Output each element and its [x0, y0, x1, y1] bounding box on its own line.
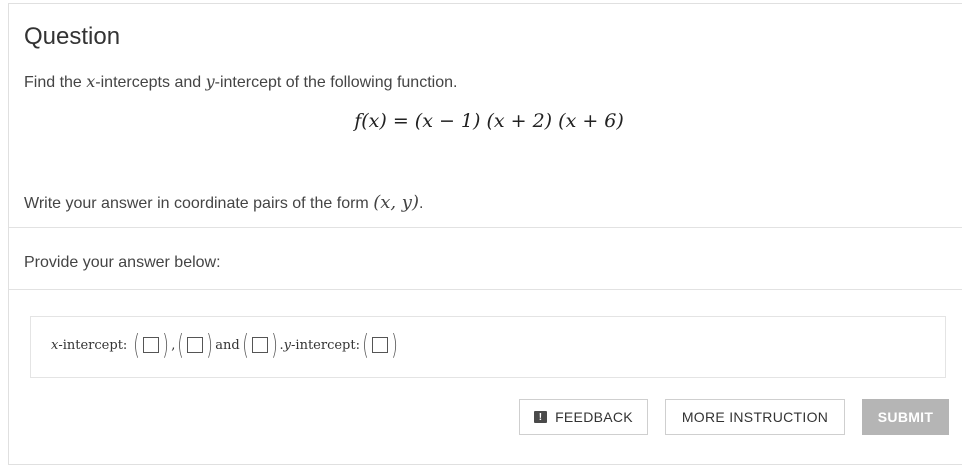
answer-section-label: Provide your answer below:: [24, 254, 221, 271]
close-paren-icon: ): [206, 328, 214, 361]
prompt-mid: -intercepts and: [95, 74, 206, 91]
y-intercept-input[interactable]: [371, 337, 388, 353]
comma-separator: ,: [171, 337, 176, 353]
y-intercept-label: -intercept:: [291, 337, 360, 353]
feedback-button-label: FEEDBACK: [555, 409, 633, 425]
x-intercept-3-input[interactable]: [251, 337, 268, 353]
more-instruction-button[interactable]: MORE INSTRUCTION: [665, 399, 845, 435]
x-intercept-label: -intercept:: [58, 337, 128, 353]
instruction-prefix: Write your answer in coordinate pairs of…: [24, 195, 374, 212]
prompt-y-var: y: [205, 72, 215, 91]
y-intercept-var: y: [283, 337, 292, 353]
formula-factor-1: (x − 1): [414, 110, 481, 132]
open-paren-icon: (: [362, 328, 369, 361]
question-page: Question Find the x-intercepts and y-int…: [0, 0, 962, 465]
instruction-suffix: .: [419, 195, 424, 212]
x-intercept-2-input[interactable]: [187, 337, 204, 353]
question-title: Question: [24, 23, 121, 50]
answer-row: x -intercept: (),() and (). y -intercept…: [51, 331, 400, 359]
open-paren-icon: (: [177, 328, 185, 361]
question-prompt: Find the x-intercepts and y-intercept of…: [24, 72, 457, 92]
prompt-x-var: x: [86, 72, 96, 91]
divider-bottom: [9, 289, 962, 290]
and-label: and: [215, 337, 240, 353]
prompt-suffix: -intercept of the following function.: [214, 74, 458, 91]
formula-factor-2: (x + 2): [486, 110, 553, 132]
question-panel: Question Find the x-intercepts and y-int…: [8, 3, 962, 465]
formula-lhs: f(x) =: [354, 110, 415, 132]
prompt-prefix: Find the: [24, 74, 87, 91]
submit-button[interactable]: SUBMIT: [862, 399, 949, 435]
answer-box: x -intercept: (),() and (). y -intercept…: [30, 316, 946, 378]
x-intercept-var: x: [51, 337, 59, 353]
submit-button-label: SUBMIT: [877, 409, 934, 425]
close-paren-icon: ): [270, 328, 278, 361]
open-paren-icon: (: [241, 328, 249, 361]
divider-top: [9, 227, 962, 228]
close-paren-icon: ): [162, 328, 169, 361]
x-intercept-1-input[interactable]: [143, 337, 160, 353]
formula-factor-3: (x + 6): [558, 110, 624, 132]
feedback-icon: !: [534, 411, 548, 423]
instruction-math: (x, y): [373, 192, 419, 213]
feedback-button[interactable]: ! FEEDBACK: [519, 399, 648, 435]
more-instruction-button-label: MORE INSTRUCTION: [681, 409, 829, 425]
close-paren-icon: ): [391, 328, 398, 361]
answer-instruction: Write your answer in coordinate pairs of…: [24, 192, 423, 213]
function-formula: f(x) = (x − 1) (x + 2) (x + 6): [9, 110, 962, 132]
open-paren-icon: (: [133, 328, 141, 361]
